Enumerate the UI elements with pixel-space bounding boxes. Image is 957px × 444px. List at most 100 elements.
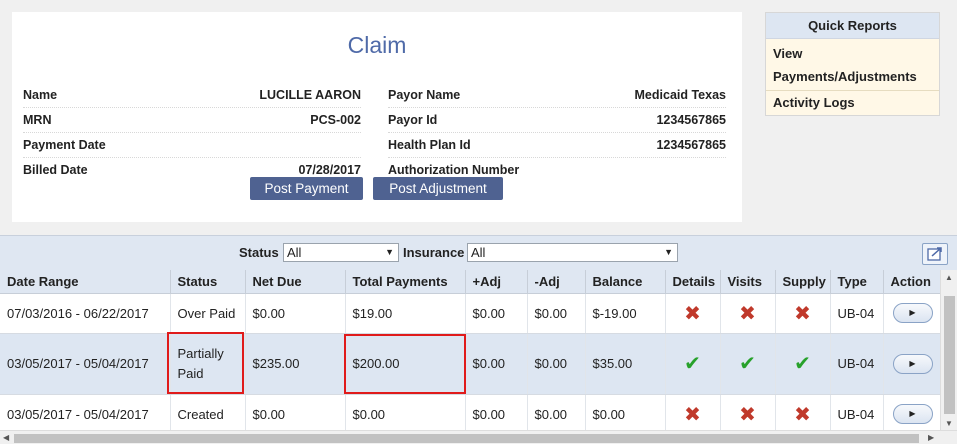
col-header-type[interactable]: Type — [830, 270, 884, 294]
cell-plus-adj: $0.00 — [465, 394, 528, 430]
payment-date-row: Payment Date — [23, 133, 361, 158]
cell-date-range: 03/05/2017 - 05/04/2017 — [0, 394, 171, 430]
cell-balance: $-19.00 — [585, 293, 666, 334]
cell-action: ▶ — [883, 394, 940, 430]
col-header-net-due[interactable]: Net Due — [245, 270, 346, 294]
post-adjustment-button[interactable]: Post Adjustment — [373, 177, 503, 200]
payor-id-row: Payor Id 1234567865 — [388, 108, 726, 133]
health-plan-id-row: Health Plan Id 1234567865 — [388, 133, 726, 158]
horizontal-scroll-thumb[interactable] — [14, 434, 919, 443]
col-header-balance[interactable]: Balance — [585, 270, 666, 294]
payor-id-label: Payor Id — [388, 113, 438, 127]
payor-name-row: Payor Name Medicaid Texas — [388, 83, 726, 108]
table-row[interactable]: 03/05/2017 - 05/04/2017 Partially Paid $… — [0, 333, 940, 395]
cell-net-due: $235.00 — [245, 333, 346, 395]
status-select[interactable]: All ▼ — [283, 243, 399, 262]
visits-check-icon: ✔ — [720, 333, 776, 395]
col-header-minus-adj[interactable]: -Adj — [527, 270, 586, 294]
claim-card: Claim Name LUCILLE AARON MRN PCS-002 Pay… — [12, 12, 742, 222]
cell-plus-adj: $0.00 — [465, 293, 528, 334]
visits-x-icon: ✖ — [720, 394, 776, 430]
cell-date-range: 03/05/2017 - 05/04/2017 — [0, 333, 171, 395]
view-payments-adjustments-link[interactable]: View Payments/Adjustments — [766, 39, 939, 91]
col-header-details[interactable]: Details — [665, 270, 721, 294]
scroll-down-icon[interactable]: ▼ — [945, 419, 953, 428]
cell-status: Created — [170, 394, 246, 430]
health-plan-id-value: 1234567865 — [656, 138, 726, 152]
filter-bar: Status All ▼ Insurance All ▼ — [0, 236, 957, 269]
chevron-down-icon: ▼ — [664, 247, 673, 257]
payor-name-value: Medicaid Texas — [634, 88, 726, 102]
page: Claim Name LUCILLE AARON MRN PCS-002 Pay… — [0, 0, 957, 444]
table-header-row: Date Range Status Net Due Total Payments… — [0, 270, 940, 294]
mrn-label: MRN — [23, 113, 52, 127]
col-header-plus-adj[interactable]: +Adj — [465, 270, 528, 294]
cell-total-payments: $19.00 — [345, 293, 466, 334]
details-x-icon: ✖ — [665, 394, 721, 430]
cell-type: UB-04 — [830, 333, 884, 395]
horizontal-scrollbar[interactable]: ◀ ▶ — [0, 430, 957, 444]
quick-reports-title: Quick Reports — [766, 13, 939, 39]
payor-id-value: 1234567865 — [656, 113, 726, 127]
claim-info-right: Payor Name Medicaid Texas Payor Id 12345… — [388, 83, 726, 183]
total-payments-highlight-box — [344, 334, 466, 394]
vertical-scroll-thumb[interactable] — [944, 296, 955, 414]
col-header-date-range[interactable]: Date Range — [0, 270, 171, 294]
claims-table-viewport: Date Range Status Net Due Total Payments… — [0, 270, 940, 430]
name-row: Name LUCILLE AARON — [23, 83, 361, 108]
activity-logs-link[interactable]: Activity Logs — [766, 91, 939, 115]
cell-action: ▶ — [883, 333, 940, 395]
play-arrow-icon: ▶ — [909, 409, 916, 418]
cell-type: UB-04 — [830, 394, 884, 430]
cell-total-payments: $0.00 — [345, 394, 466, 430]
col-header-total-payments[interactable]: Total Payments — [345, 270, 466, 294]
status-filter-label: Status — [239, 245, 279, 260]
cell-minus-adj: $0.00 — [527, 293, 586, 334]
play-arrow-icon: ▶ — [909, 358, 916, 368]
details-x-icon: ✖ — [665, 293, 721, 334]
claim-title: Claim — [347, 32, 407, 58]
scroll-up-icon[interactable]: ▲ — [945, 273, 953, 282]
health-plan-id-label: Health Plan Id — [388, 138, 471, 152]
name-label: Name — [23, 88, 58, 102]
col-header-status[interactable]: Status — [170, 270, 246, 294]
cell-net-due: $0.00 — [245, 394, 346, 430]
play-arrow-icon: ▶ — [909, 308, 916, 317]
chevron-down-icon: ▼ — [385, 247, 394, 257]
status-select-value: All — [287, 245, 302, 260]
cell-minus-adj: $0.00 — [527, 394, 586, 430]
cell-date-range: 07/03/2016 - 06/22/2017 — [0, 293, 171, 334]
billed-date-label: Billed Date — [23, 163, 88, 177]
export-icon[interactable] — [922, 243, 948, 265]
supply-x-icon: ✖ — [775, 293, 831, 334]
details-check-icon: ✔ — [665, 333, 721, 395]
row-action-button[interactable]: ▶ — [892, 303, 933, 323]
cell-status: Over Paid — [170, 293, 246, 334]
cell-action: ▶ — [883, 293, 940, 334]
cell-balance: $0.00 — [585, 394, 666, 430]
claims-table-panel: Status All ▼ Insurance All ▼ Date Range … — [0, 235, 957, 444]
row-action-button[interactable]: ▶ — [892, 404, 933, 424]
row-action-button[interactable]: ▶ — [892, 353, 933, 374]
claim-info-left: Name LUCILLE AARON MRN PCS-002 Payment D… — [23, 83, 361, 183]
col-header-visits[interactable]: Visits — [720, 270, 776, 294]
cell-minus-adj: $0.00 — [527, 333, 586, 395]
post-payment-button[interactable]: Post Payment — [250, 177, 363, 200]
scroll-left-icon[interactable]: ◀ — [3, 433, 9, 442]
cell-type: UB-04 — [830, 293, 884, 334]
claims-table: Date Range Status Net Due Total Payments… — [0, 270, 940, 430]
table-row[interactable]: 03/05/2017 - 05/04/2017 Created $0.00 $0… — [0, 394, 940, 430]
cell-plus-adj: $0.00 — [465, 333, 528, 395]
insurance-select-value: All — [471, 245, 486, 260]
insurance-select[interactable]: All ▼ — [467, 243, 678, 262]
cell-balance: $35.00 — [585, 333, 666, 395]
cell-net-due: $0.00 — [245, 293, 346, 334]
quick-reports-panel: Quick Reports View Payments/Adjustments … — [765, 12, 940, 116]
supply-check-icon: ✔ — [775, 333, 831, 395]
supply-x-icon: ✖ — [775, 394, 831, 430]
col-header-supply[interactable]: Supply — [775, 270, 831, 294]
vertical-scrollbar[interactable]: ▲ ▼ — [940, 270, 957, 430]
table-row[interactable]: 07/03/2016 - 06/22/2017 Over Paid $0.00 … — [0, 293, 940, 334]
col-header-action: Action — [883, 270, 940, 294]
scroll-right-icon[interactable]: ▶ — [928, 433, 934, 442]
